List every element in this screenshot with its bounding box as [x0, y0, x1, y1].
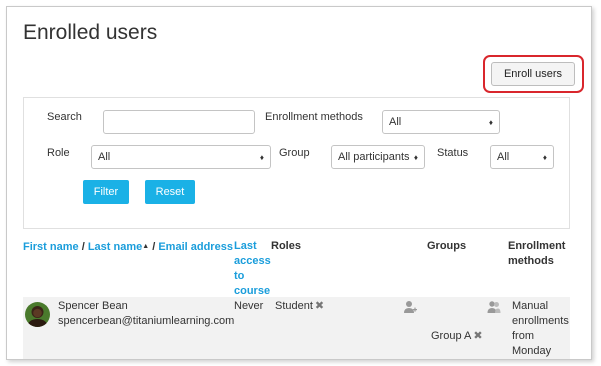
select-caret-icon: ♦	[488, 117, 493, 127]
enrollment-methods-select[interactable]: All ♦	[382, 110, 500, 134]
groups-header: Groups	[427, 240, 467, 252]
reset-button[interactable]: Reset	[145, 180, 195, 204]
filter-button[interactable]: Filter	[83, 180, 129, 204]
role-value: All	[98, 151, 111, 163]
name-email-header: First name / Last name▲ / Email address	[23, 239, 233, 255]
enrollment-line: from	[512, 330, 534, 342]
enrollment-line: Monday	[512, 345, 552, 357]
header-separator: /	[78, 241, 88, 253]
enrollment-methods-header: Enrollment methods	[508, 239, 565, 269]
header-line: Enrollment	[508, 240, 566, 252]
enrollment-method-entry: Manual enrollments from Monday	[512, 299, 569, 359]
add-role-icon[interactable]	[403, 300, 417, 314]
header-line: access	[234, 255, 271, 267]
status-label: Status	[437, 147, 469, 159]
enrollment-methods-label: Enrollment methods	[265, 111, 363, 123]
select-caret-icon: ♦	[259, 152, 264, 162]
role-label: Role	[47, 147, 70, 159]
search-input[interactable]	[103, 110, 255, 134]
user-email: spencerbean@titaniumlearning.com	[58, 315, 235, 327]
sort-last-name-link[interactable]: Last name	[88, 241, 142, 253]
header-separator: /	[149, 241, 159, 253]
group-name: Group A	[431, 330, 472, 342]
sort-last-access-link[interactable]: Last access to course	[234, 239, 271, 299]
last-access-value: Never	[234, 300, 264, 312]
page-frame: Enrolled users Enroll users Search Enrol…	[6, 6, 592, 360]
select-caret-icon: ♦	[413, 152, 418, 162]
status-value: All	[497, 151, 510, 163]
enrollment-methods-value: All	[389, 116, 402, 128]
group-label: Group	[279, 147, 310, 159]
group-select[interactable]: All participants ♦	[331, 145, 425, 169]
header-line: methods	[508, 255, 554, 267]
header-line: Last	[234, 240, 257, 252]
group-entry: Group A ✖	[431, 329, 483, 344]
role-entry: Student ✖	[275, 299, 324, 314]
remove-role-icon[interactable]: ✖	[315, 300, 324, 312]
add-group-icon[interactable]	[487, 300, 501, 314]
remove-group-icon[interactable]: ✖	[473, 330, 482, 342]
sort-first-name-link[interactable]: First name	[23, 241, 79, 253]
search-label: Search	[47, 111, 82, 123]
enrollment-line: enrollments	[512, 315, 569, 327]
status-select[interactable]: All ♦	[490, 145, 554, 169]
header-line: to	[234, 270, 245, 282]
enroll-users-button[interactable]: Enroll users	[491, 62, 575, 86]
roles-header: Roles	[271, 240, 301, 252]
sort-email-link[interactable]: Email address	[158, 241, 233, 253]
enrollment-line: Manual	[512, 300, 549, 312]
page-title: Enrolled users	[23, 21, 158, 44]
role-select[interactable]: All ♦	[91, 145, 271, 169]
user-full-name[interactable]: Spencer Bean	[58, 299, 128, 314]
avatar	[25, 302, 50, 327]
select-caret-icon: ♦	[542, 152, 547, 162]
role-name: Student	[275, 300, 313, 312]
group-value: All participants	[338, 151, 410, 163]
